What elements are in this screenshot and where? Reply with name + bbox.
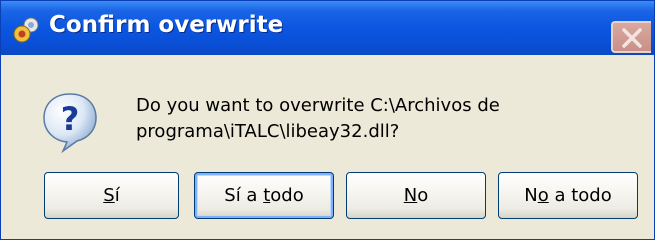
window-title: Confirm overwrite xyxy=(49,12,284,38)
message-line-1: Do you want to overwrite C:\Archivos de xyxy=(136,95,500,116)
svg-text:?: ? xyxy=(61,100,80,138)
close-icon xyxy=(622,28,642,48)
message-text: Do you want to overwrite C:\Archivos de … xyxy=(136,93,641,145)
yes-to-all-button-label: Sí a todo xyxy=(224,185,304,206)
app-icon xyxy=(13,17,39,43)
title-bar[interactable]: Confirm overwrite xyxy=(1,1,654,55)
no-mnemonic: N xyxy=(403,185,418,206)
close-button[interactable] xyxy=(611,21,651,53)
no-button-label: No xyxy=(403,185,429,206)
no-to-all-mnemonic: o xyxy=(537,185,549,206)
yes-mnemonic: S xyxy=(103,185,115,206)
yes-button-label: Sí xyxy=(103,185,120,206)
message-line-2: programa\iTALC\libeay32.dll? xyxy=(136,121,400,142)
no-to-all-button-label: No a todo xyxy=(524,185,612,206)
question-icon: ? xyxy=(43,93,97,153)
yes-button[interactable]: Sí xyxy=(44,172,179,219)
no-to-all-button[interactable]: No a todo xyxy=(498,172,638,219)
yes-to-all-mnemonic: t xyxy=(263,185,271,206)
no-button[interactable]: No xyxy=(346,172,486,219)
yes-to-all-button[interactable]: Sí a todo xyxy=(194,172,334,219)
confirm-overwrite-dialog: Confirm overwrite ? Do you want to overw… xyxy=(0,0,655,240)
